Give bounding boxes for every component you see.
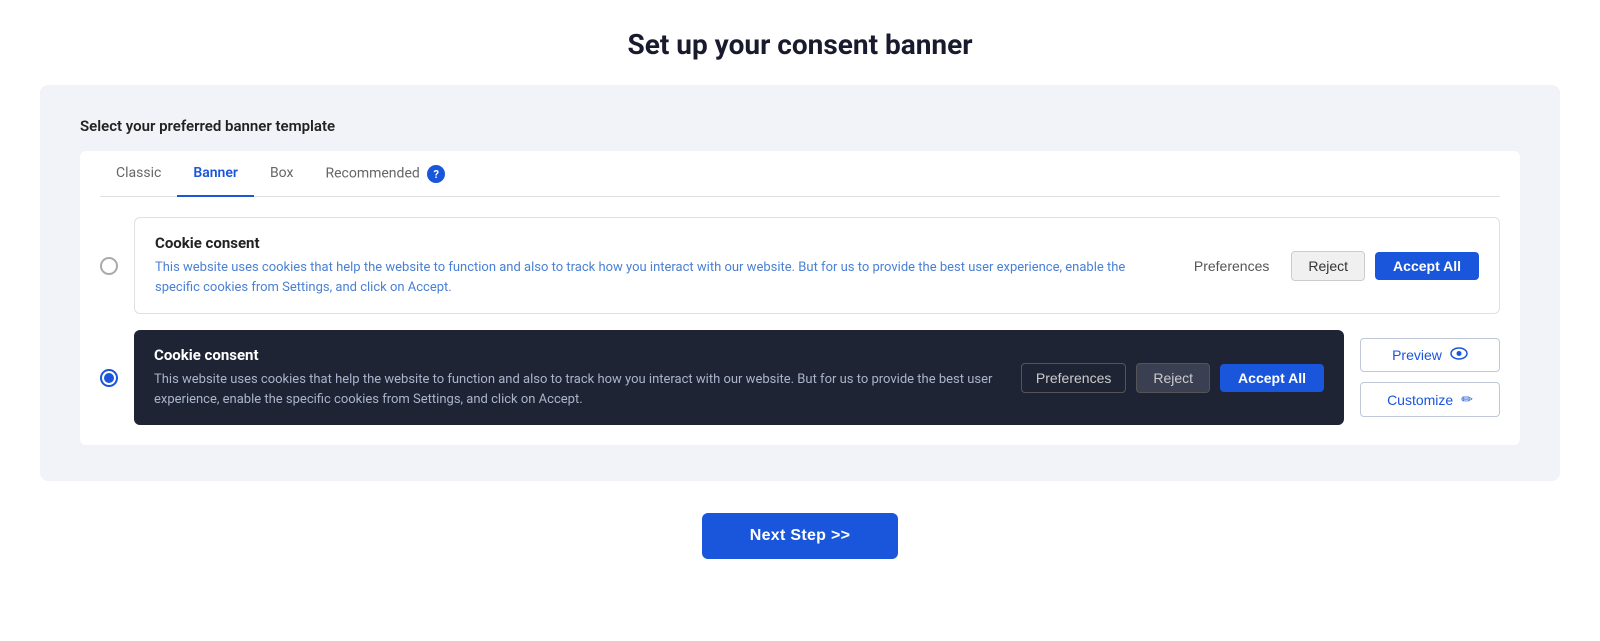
preferences-button-light[interactable]: Preferences [1182, 252, 1281, 280]
radio-dark[interactable] [100, 369, 118, 387]
bottom-row: Next Step >> [702, 513, 899, 559]
eye-icon [1450, 347, 1468, 363]
page-title: Set up your consent banner [628, 0, 973, 85]
tab-box[interactable]: Box [254, 151, 310, 197]
tabs-row: Classic Banner Box Recommended ? [100, 151, 1500, 197]
banner-dark-title: Cookie consent [154, 346, 1001, 364]
template-row-light: Cookie consent This website uses cookies… [100, 217, 1500, 314]
tabs-container: Classic Banner Box Recommended ? Cookie … [80, 151, 1520, 445]
banner-light-text: Cookie consent This website uses cookies… [155, 234, 1162, 297]
customize-button[interactable]: Customize ✏ [1360, 382, 1500, 417]
main-container: Select your preferred banner template Cl… [40, 85, 1560, 481]
dark-template-row-wrapper: Cookie consent This website uses cookies… [100, 330, 1500, 425]
banner-light-desc: This website uses cookies that help the … [155, 258, 1162, 297]
next-step-button[interactable]: Next Step >> [702, 513, 899, 559]
pencil-icon: ✏ [1461, 391, 1473, 408]
banner-dark: Cookie consent This website uses cookies… [134, 330, 1344, 425]
help-icon[interactable]: ? [427, 165, 445, 183]
banner-dark-desc: This website uses cookies that help the … [154, 370, 1001, 409]
tab-classic[interactable]: Classic [100, 151, 177, 197]
tab-banner[interactable]: Banner [177, 151, 254, 197]
tab-recommended[interactable]: Recommended ? [309, 151, 461, 197]
banner-light-buttons: Preferences Reject Accept All [1182, 251, 1479, 281]
reject-button-light[interactable]: Reject [1291, 251, 1365, 281]
templates-area: Cookie consent This website uses cookies… [100, 197, 1500, 445]
banner-dark-text: Cookie consent This website uses cookies… [154, 346, 1001, 409]
template-row-dark: Cookie consent This website uses cookies… [100, 330, 1344, 425]
preferences-button-dark[interactable]: Preferences [1021, 363, 1126, 393]
preview-button[interactable]: Preview [1360, 338, 1500, 372]
accept-all-button-light[interactable]: Accept All [1375, 252, 1479, 280]
side-actions: Preview Customize ✏ [1360, 338, 1500, 417]
section-label: Select your preferred banner template [80, 117, 1520, 135]
banner-dark-buttons: Preferences Reject Accept All [1021, 363, 1324, 393]
accept-all-button-dark[interactable]: Accept All [1220, 364, 1324, 392]
banner-light-title: Cookie consent [155, 234, 1162, 252]
reject-button-dark[interactable]: Reject [1136, 363, 1210, 393]
radio-light[interactable] [100, 257, 118, 275]
banner-light: Cookie consent This website uses cookies… [134, 217, 1500, 314]
